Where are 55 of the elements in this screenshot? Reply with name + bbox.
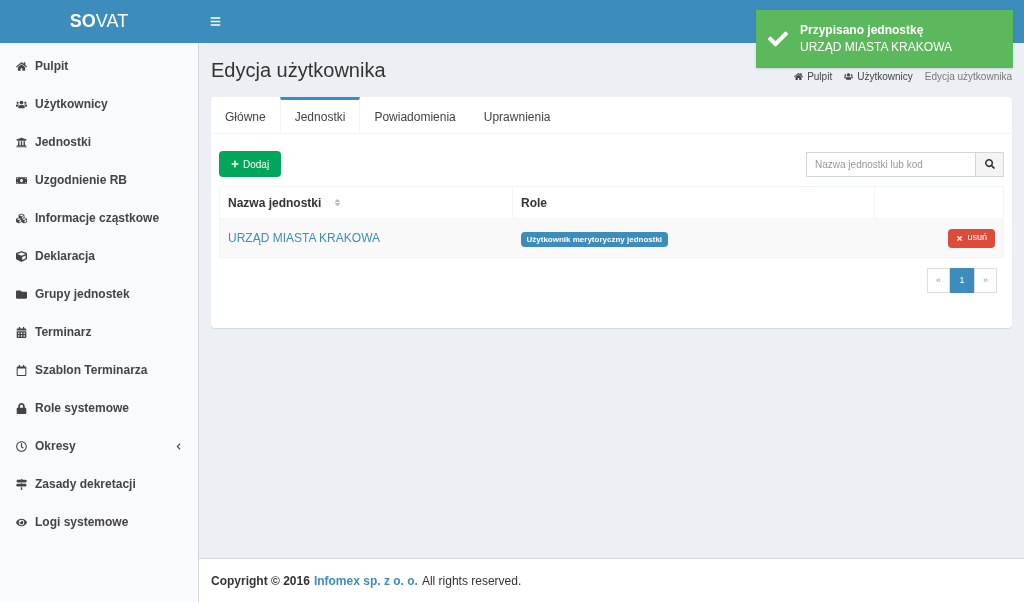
search-button[interactable] xyxy=(976,151,1004,177)
cube-icon xyxy=(16,250,27,262)
sidebar-item[interactable]: Logi systemowe xyxy=(0,503,198,541)
page-link[interactable]: 1 xyxy=(950,268,974,293)
toast-message: URZĄD MIASTA KRAKOWA xyxy=(800,39,952,56)
banknote-icon xyxy=(16,174,27,186)
sidebar-item[interactable]: Role systemowe xyxy=(0,389,198,427)
tab[interactable]: Jednostki xyxy=(279,97,361,133)
sort-icon[interactable] xyxy=(333,198,343,207)
calendar-icon xyxy=(16,364,27,376)
company-link[interactable]: Infomex sp. z o. o. xyxy=(313,571,418,590)
breadcrumb-item[interactable]: Pulpit xyxy=(794,68,833,84)
search-field[interactable]: Nazwa jednostki lub kod xyxy=(806,151,976,177)
chevron-icon xyxy=(175,442,182,450)
tab[interactable]: Uprawnienia xyxy=(469,97,565,133)
sidebar-item[interactable]: Użytkownicy xyxy=(0,85,198,123)
folder-icon xyxy=(16,288,27,300)
close-icon xyxy=(956,234,964,242)
sidebar-item[interactable]: Okresy xyxy=(0,427,198,465)
cubes-icon xyxy=(16,212,27,224)
calendar-icon xyxy=(16,326,27,338)
tab[interactable]: Główne xyxy=(211,97,280,133)
home-icon xyxy=(16,60,27,72)
rights-text: All rights reserved. xyxy=(421,572,522,590)
plus-icon xyxy=(231,160,239,168)
sidebar-item[interactable]: Informacje cząstkowe xyxy=(0,199,198,237)
breadcrumb-item[interactable]: Edycja użytkownika xyxy=(924,68,1012,84)
sidebar-item[interactable]: Deklaracja xyxy=(0,237,198,275)
menu-toggle[interactable] xyxy=(210,16,221,27)
tab[interactable]: Powiadomienia xyxy=(360,97,470,133)
check-icon xyxy=(768,29,788,49)
lock-icon xyxy=(16,402,27,414)
users-icon xyxy=(844,71,854,81)
home-icon xyxy=(794,71,804,81)
sidebar-item[interactable]: Zasady dekretacji xyxy=(0,465,198,503)
role-label: Użytkownik merytoryczny jednostki xyxy=(520,232,669,247)
search-icon xyxy=(984,159,995,169)
remove-button[interactable]: usuń xyxy=(948,228,995,248)
signpost-icon xyxy=(16,478,27,490)
sidebar-item[interactable]: Grupy jednostek xyxy=(0,275,198,313)
eye-icon xyxy=(16,516,27,528)
page-title: Edycja użytkownika xyxy=(211,58,386,83)
clock-icon xyxy=(16,440,27,452)
sidebar-item[interactable]: Terminarz xyxy=(0,313,198,351)
logo[interactable]: SOVAT xyxy=(69,8,129,35)
breadcrumb-item[interactable]: Użytkownicy xyxy=(844,68,913,84)
sidebar-item[interactable]: Pulpit xyxy=(0,47,198,85)
toast-title: Przypisano jednostkę xyxy=(800,22,925,39)
copyright-text: Copyright © 2016 xyxy=(211,572,310,590)
sidebar-item[interactable]: Jednostki xyxy=(0,123,198,161)
sidebar-item[interactable]: Uzgodnienie RB xyxy=(0,161,198,199)
bank-icon xyxy=(16,136,27,148)
unit-link[interactable]: URZĄD MIASTA KRAKOWA xyxy=(228,231,380,245)
users-icon xyxy=(16,98,27,110)
sidebar-item[interactable]: Szablon Terminarza xyxy=(0,351,198,389)
